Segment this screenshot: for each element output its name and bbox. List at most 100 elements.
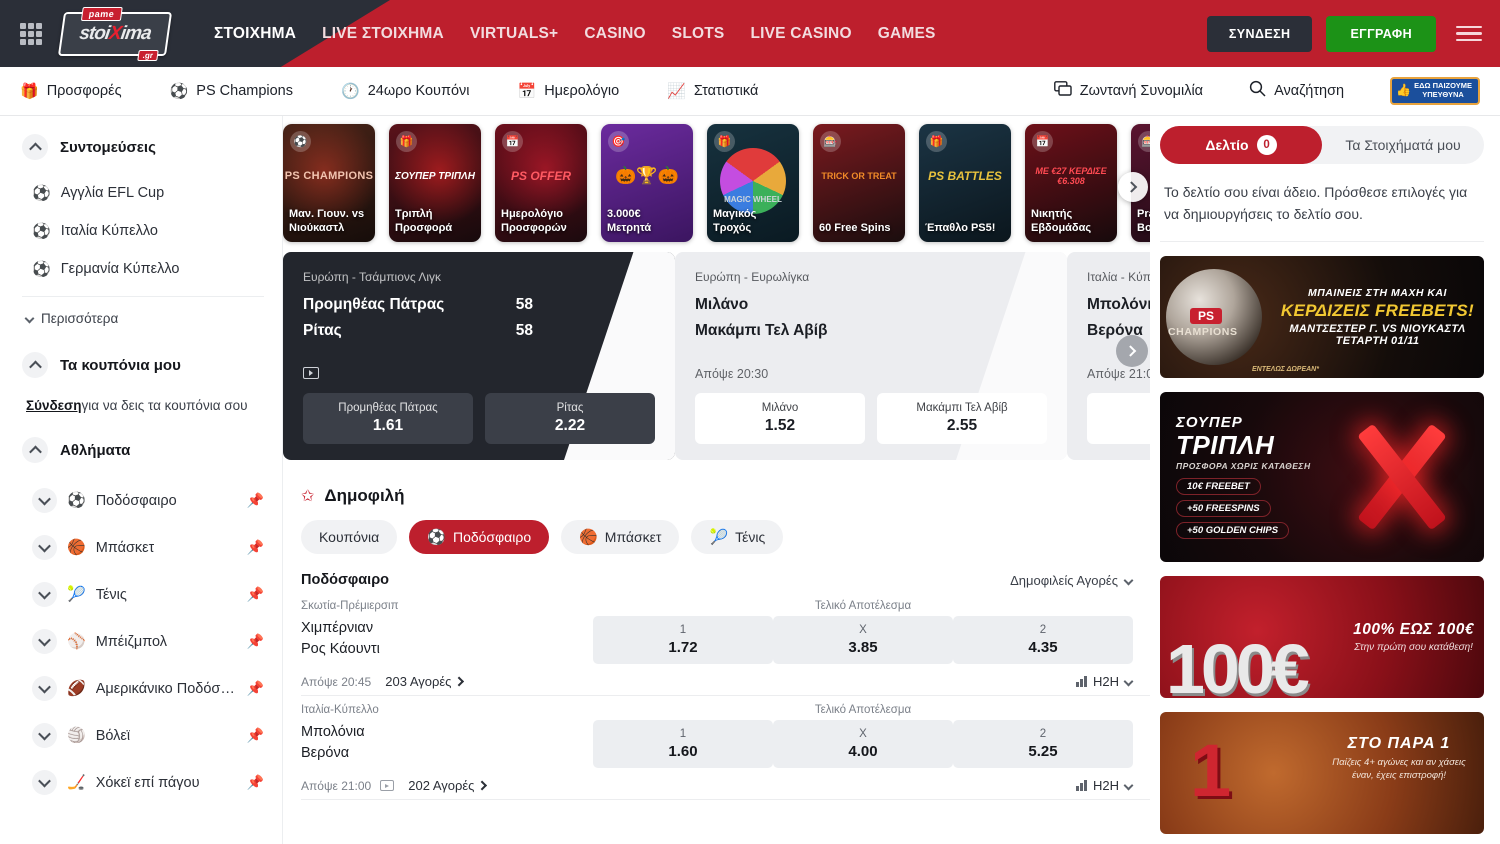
sidebar-item-hokei-epi-pagou[interactable]: 🏒 Χόκεϊ επί πάγου 📌 <box>22 759 264 806</box>
hamburger-menu-icon[interactable] <box>1456 26 1482 42</box>
featured-match-card[interactable]: Ευρώπη - Τσάμπιονς Λιγκ Προμηθέας Πάτρας… <box>283 252 675 460</box>
site-logo[interactable]: pame stoiXima .gr <box>60 10 170 58</box>
tab-betslip[interactable]: Δελτίο 0 <box>1160 126 1322 164</box>
search-button[interactable]: Αναζήτηση <box>1249 80 1344 102</box>
chevron-up-icon <box>22 134 48 160</box>
odds-button-1[interactable]: 1 1.72 <box>593 616 773 664</box>
tab-my-bets[interactable]: Τα Στοιχήματά μου <box>1322 126 1484 164</box>
promo-art-text: TRICK OR TREAT <box>813 146 905 206</box>
tab-koyponia[interactable]: Κουπόνια <box>301 520 397 554</box>
featured-odd-button[interactable]: 1 1.6 <box>1087 393 1150 444</box>
sidebar-item-germania-kypello[interactable]: ⚽ Γερμανία Κύπελλο <box>22 250 264 288</box>
odds-value: 4.00 <box>777 743 949 760</box>
markets-selector[interactable]: Δημοφιλείς Αγορές <box>1010 573 1132 588</box>
pin-icon[interactable]: 📌 <box>247 492 264 509</box>
sidebar-section-sports-header[interactable]: Αθλήματα <box>22 437 264 463</box>
chevron-down-icon[interactable] <box>32 676 57 701</box>
promo-card-nikitis-evdomadas[interactable]: 📅 ΜΕ €27 ΚΕΡΔΙΣΕ €6.308 Νικητής Εβδομάδα… <box>1025 124 1117 242</box>
banner-super-tripli[interactable]: ΣΟΥΠΕΡ ΤΡΙΠΛΗ ΠΡΟΣΦΟΡΑ ΧΩΡΙΣ ΚΑΤΑΘΕΣΗ 10… <box>1160 392 1484 562</box>
live-chat-button[interactable]: Ζωντανή Συνομιλία <box>1054 81 1203 102</box>
sidebar-item-mpasket[interactable]: 🏀 Μπάσκετ 📌 <box>22 524 264 571</box>
chevron-down-icon[interactable] <box>32 582 57 607</box>
match-teams[interactable]: Σκωτία-Πρέμιερσιπ Χιμπέρνιαν Ρος Κάουντι <box>301 600 593 660</box>
chevron-down-icon[interactable] <box>32 535 57 560</box>
featured-odd-button[interactable]: Μακάμπι Τελ Αβίβ 2.55 <box>877 393 1047 444</box>
odds-key: 2 <box>957 728 1129 740</box>
nav-item-live-stoixima[interactable]: LIVE ΣΤΟΙΧΗΜΑ <box>322 25 444 43</box>
pin-icon[interactable]: 📌 <box>247 774 264 791</box>
match-teams[interactable]: Ιταλία-Κύπελλο Μπολόνια Βερόνα <box>301 704 593 764</box>
nav-item-virtuals[interactable]: VIRTUALS+ <box>470 25 558 43</box>
markets-selector-label: Δημοφιλείς Αγορές <box>1010 573 1118 588</box>
subnav-item-prosfores[interactable]: 🎁 Προσφορές <box>20 83 122 99</box>
nav-item-live-casino[interactable]: LIVE CASINO <box>750 25 851 43</box>
sidebar-more-button[interactable]: Περισσότερα <box>22 301 264 336</box>
match-markets-link[interactable]: 203 Αγορές <box>385 674 464 689</box>
sidebar-section-coupons-header[interactable]: Τα κουπόνια μου <box>22 352 264 378</box>
odds-button-x[interactable]: X 4.00 <box>773 720 953 768</box>
subnav-item-ps-champions[interactable]: ⚽ PS Champions <box>170 83 293 99</box>
subnav-item-24wro-koyponi[interactable]: 🕐 24ωρο Κουπόνι <box>341 83 470 99</box>
sidebar-item-efl-cup[interactable]: ⚽ Αγγλία EFL Cup <box>22 174 264 212</box>
stream-icon[interactable] <box>303 367 319 379</box>
login-button[interactable]: ΣΥΝΔΕΣΗ <box>1207 16 1313 52</box>
nav-item-casino[interactable]: CASINO <box>584 25 645 43</box>
odds-button-1[interactable]: 1 1.60 <box>593 720 773 768</box>
chevron-down-icon[interactable] <box>32 723 57 748</box>
promo-card-ps-champions[interactable]: ⚽ PS CHAMPIONS Μαν. Γιουν. vs Νιούκαστλ <box>283 124 375 242</box>
subnav-item-imerologio[interactable]: 📅 Ημερολόγιο <box>518 83 620 99</box>
featured-odd-button[interactable]: Προμηθέας Πάτρας 1.61 <box>303 393 473 444</box>
promo-card-3000-metrita[interactable]: 🎯 🎃🏆🎃 3.000€ Μετρητά <box>601 124 693 242</box>
odds-key: 2 <box>957 624 1129 636</box>
h2h-button[interactable]: H2H <box>1076 674 1132 689</box>
odds-button-2[interactable]: 2 4.35 <box>953 616 1133 664</box>
promo-caption: Τριπλή Προσφορά <box>389 204 481 242</box>
featured-odd-button[interactable]: Ρίτας 2.22 <box>485 393 655 444</box>
featured-match-card[interactable]: Ευρώπη - Ευρωλίγκα Μιλάνο Μακάμπι Τελ Αβ… <box>675 252 1067 460</box>
sidebar-item-italia-kypello[interactable]: ⚽ Ιταλία Κύπελλο <box>22 212 264 250</box>
pin-icon[interactable]: 📌 <box>247 633 264 650</box>
pin-icon[interactable]: 📌 <box>247 586 264 603</box>
popular-sport-tabs: Κουπόνια ⚽ Ποδόσφαιρο 🏀 Μπάσκετ 🎾 Τένις <box>301 520 1150 554</box>
sidebar-item-podosfairo[interactable]: ⚽ Ποδόσφαιρο 📌 <box>22 477 264 524</box>
promo-card-imerologio-prosforon[interactable]: 📅 PS OFFER Ημερολόγιο Προσφορών <box>495 124 587 242</box>
chevron-down-icon[interactable] <box>32 488 57 513</box>
sidebar-item-amerikaniko-podosfairo[interactable]: 🏈 Αμερικάνικο Ποδόσ… 📌 <box>22 665 264 712</box>
sidebar-section-shortcuts-header[interactable]: Συντομεύσεις <box>22 134 264 160</box>
sidebar-item-volei[interactable]: 🏐 Βόλεϊ 📌 <box>22 712 264 759</box>
banner-subtitle: Στην πρώτη σου κατάθεση! <box>1353 642 1474 653</box>
nav-item-slots[interactable]: SLOTS <box>672 25 725 43</box>
stream-icon[interactable] <box>380 780 394 791</box>
register-button[interactable]: ΕΓΓΡΑΦΗ <box>1326 16 1436 52</box>
pin-icon[interactable]: 📌 <box>247 539 264 556</box>
banner-sto-para-1[interactable]: 1 ΣΤΟ ΠΑΡΑ 1 Παίζεις 4+ αγώνες και αν χά… <box>1160 712 1484 834</box>
nav-item-stoixima[interactable]: ΣΤΟΙΧΗΜΑ <box>214 25 296 43</box>
odds-button-x[interactable]: X 3.85 <box>773 616 953 664</box>
featured-carousel-next-button[interactable] <box>1116 335 1148 367</box>
banner-deposit-bonus[interactable]: 100€ 100% ΕΩΣ 100€ Στην πρώτη σου κατάθε… <box>1160 576 1484 698</box>
chevron-down-icon[interactable] <box>32 770 57 795</box>
h2h-button[interactable]: H2H <box>1076 778 1132 793</box>
chevron-down-icon[interactable] <box>32 629 57 654</box>
subnav-item-statistika[interactable]: 📈 Στατιστικά <box>667 83 758 99</box>
apps-grid-icon[interactable] <box>20 23 42 45</box>
banner-ps-champions[interactable]: PS CHAMPIONS ΜΠΑΙΝΕΙΣ ΣΤΗ ΜΑΧΗ ΚΑΙ ΚΕΡΔΙ… <box>1160 256 1484 378</box>
tab-tenis[interactable]: 🎾 Τένις <box>691 520 783 554</box>
featured-odd-button[interactable]: Μιλάνο 1.52 <box>695 393 865 444</box>
tab-mpasket[interactable]: 🏀 Μπάσκετ <box>561 520 679 554</box>
promo-carousel-next-button[interactable] <box>1118 172 1148 202</box>
odds-button-2[interactable]: 2 5.25 <box>953 720 1133 768</box>
tab-podosfairo[interactable]: ⚽ Ποδόσφαιρο <box>409 520 549 554</box>
promo-card-epathlo-ps5[interactable]: 🎁 PS BATTLES Έπαθλο PS5! <box>919 124 1011 242</box>
match-markets-link[interactable]: 202 Αγορές <box>408 778 487 793</box>
sidebar-login-link[interactable]: Σύνδεση <box>26 398 82 413</box>
pin-icon[interactable]: 📌 <box>247 680 264 697</box>
promo-card-60-free-spins[interactable]: 🎰 TRICK OR TREAT 60 Free Spins <box>813 124 905 242</box>
pin-icon[interactable]: 📌 <box>247 727 264 744</box>
responsible-gaming-badge[interactable]: ΕΔΩ ΠΑΙΖΟΥΜΕ ΥΠΕΥΘΥΝΑ <box>1390 77 1480 104</box>
promo-card-magikos-trohos[interactable]: 🎁 MAGIC WHEEL Μαγικός Τροχός <box>707 124 799 242</box>
promo-card-tripli-prosfora[interactable]: 🎁 ΣΟΥΠΕΡ ΤΡΙΠΛΗ Τριπλή Προσφορά <box>389 124 481 242</box>
sidebar-item-mpeizmpol[interactable]: ⚾ Μπέιζμπολ 📌 <box>22 618 264 665</box>
sidebar-item-tenis[interactable]: 🎾 Τένις 📌 <box>22 571 264 618</box>
nav-item-games[interactable]: GAMES <box>878 25 936 43</box>
